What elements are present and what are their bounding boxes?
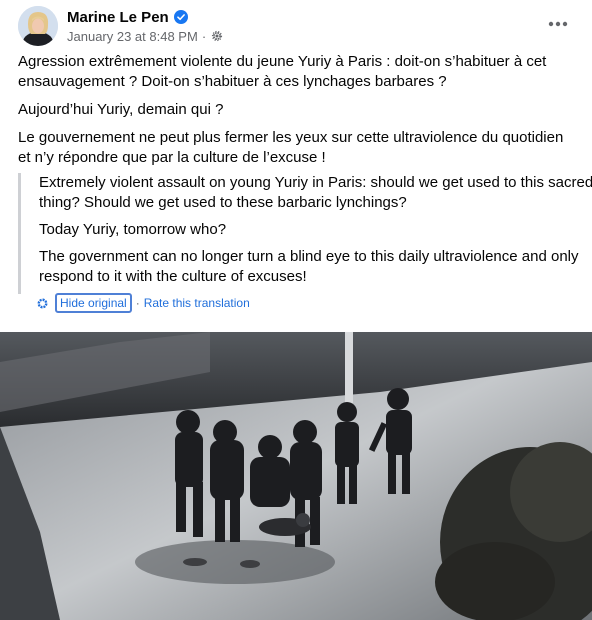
video-frame (0, 332, 592, 620)
post-subline: January 23 at 8:48 PM · (67, 29, 223, 44)
post-paragraph: Aujourd’hui Yuriy, demain qui ? (18, 101, 224, 118)
post-paragraph: Agression extrêmement violente du jeune … (18, 53, 547, 90)
translation-paragraph: Extremely violent assault on young Yuriy… (39, 174, 592, 211)
actions-separator: · (135, 296, 140, 310)
avatar-image (18, 6, 58, 46)
translation-actions: Hide original · Rate this translation (36, 293, 250, 313)
post-paragraph: Le gouvernement ne peut plus fermer les … (18, 129, 564, 166)
more-options-button[interactable] (544, 10, 572, 38)
author-row: Marine Le Pen (67, 9, 223, 26)
gear-icon[interactable] (211, 30, 223, 42)
avatar[interactable] (18, 6, 58, 46)
author-name[interactable]: Marine Le Pen (67, 9, 169, 26)
more-options-icon (548, 21, 568, 27)
post-body: Agression extrêmement violente du jeune … (18, 52, 574, 176)
hide-original-button[interactable]: Hide original (55, 293, 132, 313)
gear-icon[interactable] (36, 297, 49, 310)
translation-block: Extremely violent assault on young Yuriy… (18, 173, 592, 294)
post-video[interactable] (0, 332, 592, 620)
translation-paragraph: The government can no longer turn a blin… (39, 248, 579, 285)
facebook-post: Marine Le Pen January 23 at 8:48 PM · Ag… (0, 0, 592, 620)
post-header: Marine Le Pen January 23 at 8:48 PM · (18, 4, 223, 48)
post-meta: Marine Le Pen January 23 at 8:48 PM · (67, 9, 223, 44)
rate-translation-link[interactable]: Rate this translation (144, 296, 250, 310)
verified-badge-icon (173, 10, 188, 24)
translation-paragraph: Today Yuriy, tomorrow who? (39, 221, 227, 238)
subline-separator: · (201, 28, 207, 44)
post-timestamp[interactable]: January 23 at 8:48 PM (67, 29, 198, 44)
